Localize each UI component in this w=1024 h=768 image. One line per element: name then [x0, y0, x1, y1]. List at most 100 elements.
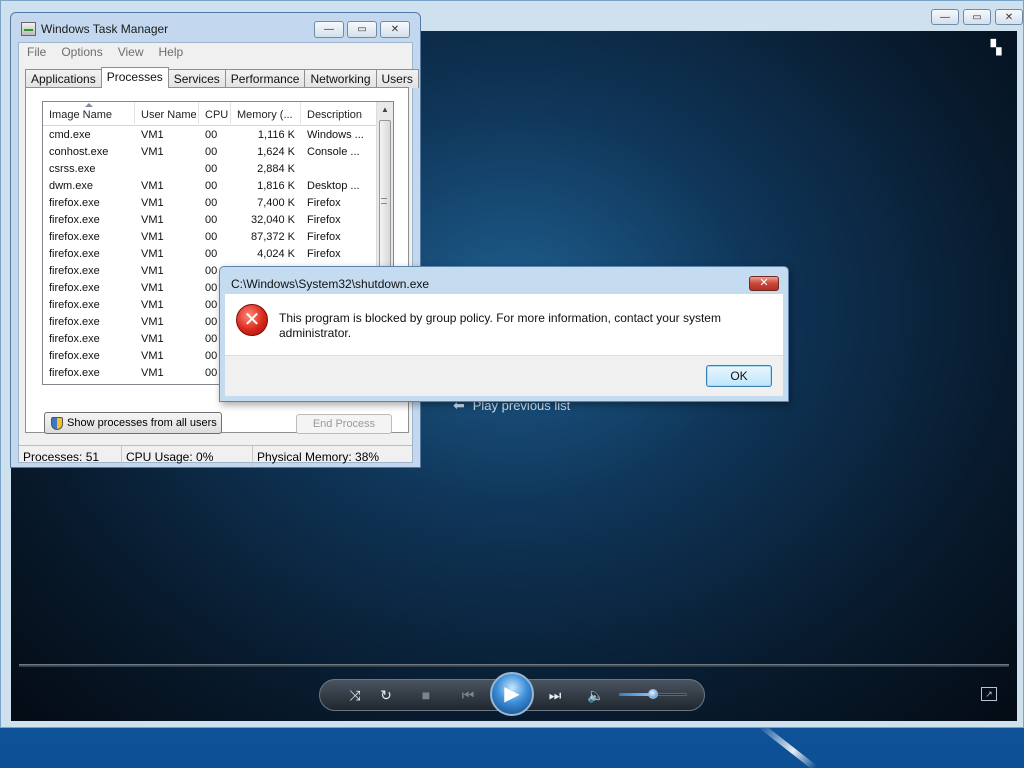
user-name-cell: VM1 [141, 316, 164, 328]
cpu-cell: 00 [205, 163, 218, 175]
process-name-cell: firefox.exe [49, 214, 100, 226]
error-dialog: C:\Windows\System32\shutdown.exe ✕ ✕ Thi… [219, 266, 789, 402]
tab-networking[interactable]: Networking [304, 69, 377, 88]
seek-bar[interactable] [19, 664, 1009, 667]
play-icon: ▶ [504, 683, 520, 705]
maximize-icon: ▭ [357, 24, 367, 35]
column-description[interactable]: Description [301, 102, 377, 126]
memory-cell: 1,116 K [257, 129, 295, 141]
memory-cell: 2,884 K [257, 163, 295, 175]
process-name-cell: firefox.exe [49, 299, 100, 311]
menu-options[interactable]: Options [53, 43, 109, 61]
user-name-cell: VM1 [141, 333, 164, 345]
table-row[interactable]: dwm.exe VM1 00 1,816 K Desktop ... [43, 178, 377, 195]
menu-view[interactable]: View [110, 43, 151, 61]
cpu-cell: 00 [205, 214, 218, 226]
user-name-cell: VM1 [141, 180, 164, 192]
end-process-button[interactable]: End Process [296, 414, 392, 434]
process-name-cell: firefox.exe [49, 282, 100, 294]
task-manager-app-icon [21, 22, 36, 36]
switch-to-library-icon[interactable]: ▚ [987, 39, 1005, 55]
table-row[interactable]: firefox.exe VM1 00 87,372 K Firefox [43, 229, 377, 246]
tab-performance[interactable]: Performance [224, 69, 306, 88]
description-cell: Firefox [307, 248, 341, 260]
tab-services[interactable]: Services [167, 69, 226, 88]
table-row[interactable]: firefox.exe VM1 00 4,024 K Firefox [43, 246, 377, 263]
process-name-cell: firefox.exe [49, 248, 100, 260]
user-name-cell: VM1 [141, 265, 164, 277]
task-manager-window-controls: — ▭ ✕ [314, 21, 410, 38]
dialog-content: ✕ This program is blocked by group polic… [225, 294, 783, 355]
close-icon: ✕ [759, 277, 769, 289]
description-cell: Console ... [307, 146, 360, 158]
dialog-title: C:\Windows\System32\shutdown.exe [231, 277, 430, 291]
volume-icon[interactable]: 🔈 [585, 685, 607, 705]
description-cell: Desktop ... [307, 180, 360, 192]
dialog-close-button[interactable]: ✕ [749, 276, 779, 291]
memory-cell: 7,400 K [257, 197, 295, 209]
volume-slider-handle[interactable] [648, 689, 658, 699]
menu-help[interactable]: Help [151, 43, 191, 61]
tm-minimize-button[interactable]: — [314, 21, 344, 38]
memory-cell: 87,372 K [250, 231, 295, 243]
cpu-cell: 00 [205, 248, 218, 260]
player-minimize-button[interactable]: — [931, 9, 959, 25]
menu-file[interactable]: File [19, 43, 53, 61]
table-row[interactable]: conhost.exe VM1 00 1,624 K Console ... [43, 144, 377, 161]
table-row[interactable]: firefox.exe VM1 00 7,400 K Firefox [43, 195, 377, 212]
tm-close-button[interactable]: ✕ [380, 21, 410, 38]
tm-maximize-button[interactable]: ▭ [347, 21, 377, 38]
minimize-icon: — [940, 11, 950, 23]
show-all-users-label: Show processes from all users [67, 417, 217, 429]
column-user-name[interactable]: User Name [135, 102, 199, 126]
player-close-button[interactable]: ✕ [995, 9, 1023, 25]
stop-icon[interactable]: ■ [415, 685, 437, 705]
description-cell: Firefox [307, 231, 341, 243]
player-window-controls: — ▭ ✕ [931, 9, 1023, 25]
table-row[interactable]: firefox.exe VM1 00 32,040 K Firefox [43, 212, 377, 229]
uac-shield-icon [51, 417, 63, 430]
play-button[interactable]: ▶ [490, 672, 534, 716]
table-row[interactable]: csrss.exe 00 2,884 K [43, 161, 377, 178]
process-name-cell: dwm.exe [49, 180, 94, 192]
column-image-name[interactable]: Image Name [43, 102, 135, 126]
task-manager-status-bar: Processes: 51 CPU Usage: 0% Physical Mem… [19, 445, 412, 466]
dialog-button-area: OK [225, 355, 783, 396]
description-cell: Windows ... [307, 129, 364, 141]
status-physical-memory: Physical Memory: 38% [257, 450, 380, 464]
process-name-cell: conhost.exe [49, 146, 109, 158]
table-row[interactable]: cmd.exe VM1 00 1,116 K Windows ... [43, 127, 377, 144]
repeat-icon[interactable]: ↻ [375, 685, 397, 705]
scroll-up-icon[interactable]: ▲ [377, 102, 393, 118]
user-name-cell: VM1 [141, 248, 164, 260]
process-name-cell: firefox.exe [49, 367, 100, 379]
description-cell: Firefox [307, 197, 341, 209]
fullscreen-icon[interactable]: ↗ [981, 687, 997, 701]
user-name-cell [135, 161, 199, 178]
scrollbar-thumb[interactable] [379, 120, 391, 288]
user-name-cell: VM1 [141, 129, 164, 141]
close-icon: ✕ [1004, 11, 1014, 23]
previous-icon[interactable]: ⏮ [457, 685, 479, 705]
player-maximize-button[interactable]: ▭ [963, 9, 991, 25]
process-name-cell: firefox.exe [49, 197, 100, 209]
memory-cell: 4,024 K [257, 248, 295, 260]
column-memory[interactable]: Memory (... [231, 102, 301, 126]
tab-processes[interactable]: Processes [100, 67, 169, 88]
scrollbar-grip [381, 198, 387, 204]
close-icon: ✕ [390, 24, 400, 35]
cpu-cell: 00 [205, 231, 218, 243]
tab-applications[interactable]: Applications [25, 69, 102, 88]
tab-users[interactable]: Users [375, 69, 419, 88]
process-name-cell: csrss.exe [49, 163, 96, 175]
user-name-cell: VM1 [141, 231, 164, 243]
column-cpu[interactable]: CPU [199, 102, 231, 126]
show-all-users-button[interactable]: Show processes from all users [44, 412, 222, 434]
cpu-cell: 00 [205, 146, 218, 158]
ok-button[interactable]: OK [706, 365, 772, 387]
user-name-cell: VM1 [141, 350, 164, 362]
error-icon: ✕ [236, 304, 268, 336]
user-name-cell: VM1 [141, 282, 164, 294]
next-icon[interactable]: ⏭ [544, 685, 566, 705]
shuffle-icon[interactable]: ⤨ [344, 685, 366, 705]
